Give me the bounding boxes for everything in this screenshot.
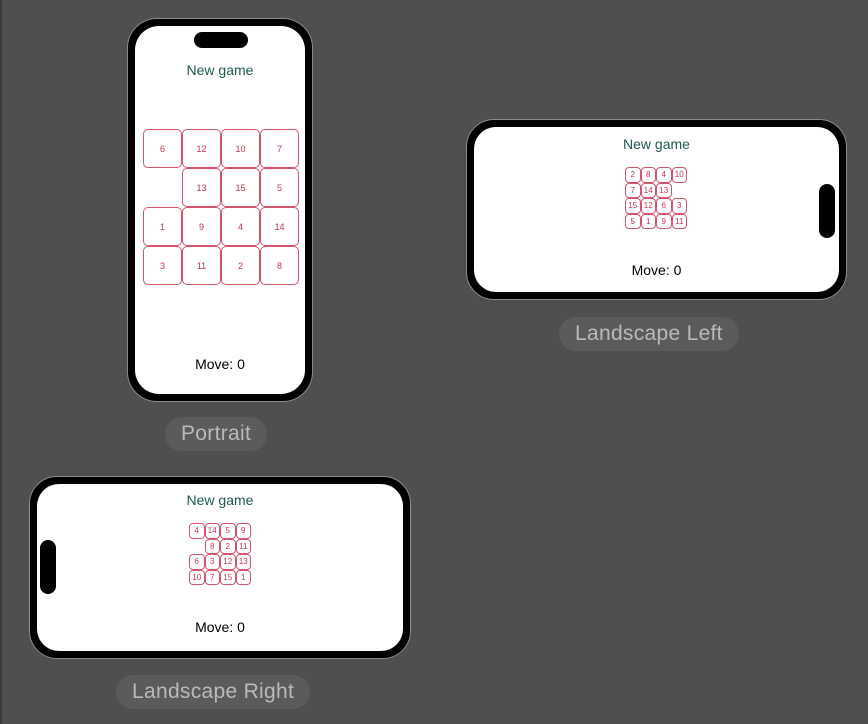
portrait-label[interactable]: Portrait: [165, 417, 268, 451]
portrait-device-preview: New game 6 12 10 7 13 15 5 1 9 4 14 3 11…: [127, 18, 313, 402]
puzzle-tile[interactable]: 8: [204, 538, 220, 554]
puzzle-tile[interactable]: 12: [640, 198, 656, 214]
dynamic-island: [194, 32, 248, 48]
landscape-left-screen: New game 2 8 4 10 7 14 13 15 12 6 3 5 1 …: [474, 127, 839, 292]
puzzle-tile[interactable]: 3: [204, 554, 220, 570]
landscape-right-screen: New game 4 14 5 9 8 2 11 6 3 12 13 10 7 …: [37, 484, 403, 651]
puzzle-grid: 2 8 4 10 7 14 13 15 12 6 3 5 1 9 11: [625, 167, 687, 229]
puzzle-grid: 4 14 5 9 8 2 11 6 3 12 13 10 7 15 1: [189, 523, 251, 585]
new-game-button[interactable]: New game: [37, 492, 403, 508]
puzzle-tile[interactable]: 2: [220, 538, 236, 554]
puzzle-tile[interactable]: 3: [143, 246, 182, 285]
puzzle-grid: 6 12 10 7 13 15 5 1 9 4 14 3 11 2 8: [143, 129, 299, 285]
move-counter: Move: 0: [631, 262, 682, 278]
puzzle-tile[interactable]: 14: [640, 182, 656, 198]
puzzle-tile[interactable]: 6: [189, 554, 205, 570]
puzzle-tile[interactable]: 2: [221, 246, 260, 285]
puzzle-tile[interactable]: 1: [640, 213, 656, 229]
portrait-screen: New game 6 12 10 7 13 15 5 1 9 4 14 3 11…: [135, 26, 305, 394]
new-game-button[interactable]: New game: [474, 136, 839, 152]
puzzle-tile[interactable]: 7: [625, 182, 641, 198]
landscape-left-label[interactable]: Landscape Left: [559, 317, 739, 351]
puzzle-tile[interactable]: 7: [204, 569, 220, 585]
puzzle-tile[interactable]: 6: [143, 129, 182, 168]
puzzle-tile[interactable]: 11: [235, 538, 251, 554]
puzzle-tile[interactable]: 13: [182, 168, 221, 207]
puzzle-tile[interactable]: 13: [656, 182, 672, 198]
puzzle-tile[interactable]: 2: [625, 167, 641, 183]
dynamic-island: [40, 540, 56, 594]
move-counter: Move: 0: [195, 356, 245, 372]
puzzle-tile[interactable]: 15: [220, 569, 236, 585]
puzzle-tile[interactable]: 11: [671, 213, 687, 229]
puzzle-tile[interactable]: 5: [220, 523, 236, 539]
empty-slot: [189, 539, 205, 555]
puzzle-tile[interactable]: 13: [235, 554, 251, 570]
puzzle-tile[interactable]: 5: [625, 213, 641, 229]
move-counter: Move: 0: [195, 619, 245, 635]
puzzle-tile[interactable]: 4: [221, 207, 260, 246]
puzzle-tile[interactable]: 14: [204, 523, 220, 539]
puzzle-tile[interactable]: 10: [671, 167, 687, 183]
puzzle-tile[interactable]: 8: [260, 246, 299, 285]
puzzle-tile[interactable]: 12: [182, 129, 221, 168]
puzzle-tile[interactable]: 10: [189, 569, 205, 585]
landscape-right-device-preview: New game 4 14 5 9 8 2 11 6 3 12 13 10 7 …: [29, 476, 411, 659]
puzzle-tile[interactable]: 15: [221, 168, 260, 207]
puzzle-tile[interactable]: 11: [182, 246, 221, 285]
puzzle-tile[interactable]: 7: [260, 129, 299, 168]
puzzle-tile[interactable]: 1: [235, 569, 251, 585]
dynamic-island: [819, 184, 835, 238]
puzzle-tile[interactable]: 3: [671, 198, 687, 214]
puzzle-tile[interactable]: 6: [656, 198, 672, 214]
puzzle-tile[interactable]: 12: [220, 554, 236, 570]
canvas-edge: [0, 0, 2, 724]
puzzle-tile[interactable]: 9: [235, 523, 251, 539]
puzzle-tile[interactable]: 1: [143, 207, 182, 246]
puzzle-tile[interactable]: 4: [189, 523, 205, 539]
landscape-right-label[interactable]: Landscape Right: [116, 675, 311, 709]
puzzle-tile[interactable]: 5: [260, 168, 299, 207]
puzzle-tile[interactable]: 9: [656, 213, 672, 229]
new-game-button[interactable]: New game: [135, 62, 305, 78]
puzzle-tile[interactable]: 8: [640, 167, 656, 183]
puzzle-tile[interactable]: 9: [182, 207, 221, 246]
puzzle-tile[interactable]: 4: [656, 167, 672, 183]
puzzle-tile[interactable]: 14: [260, 207, 299, 246]
puzzle-tile[interactable]: 15: [625, 198, 641, 214]
empty-slot: [143, 168, 182, 207]
empty-slot: [672, 183, 688, 199]
landscape-left-device-preview: New game 2 8 4 10 7 14 13 15 12 6 3 5 1 …: [466, 119, 847, 300]
puzzle-tile[interactable]: 10: [221, 129, 260, 168]
